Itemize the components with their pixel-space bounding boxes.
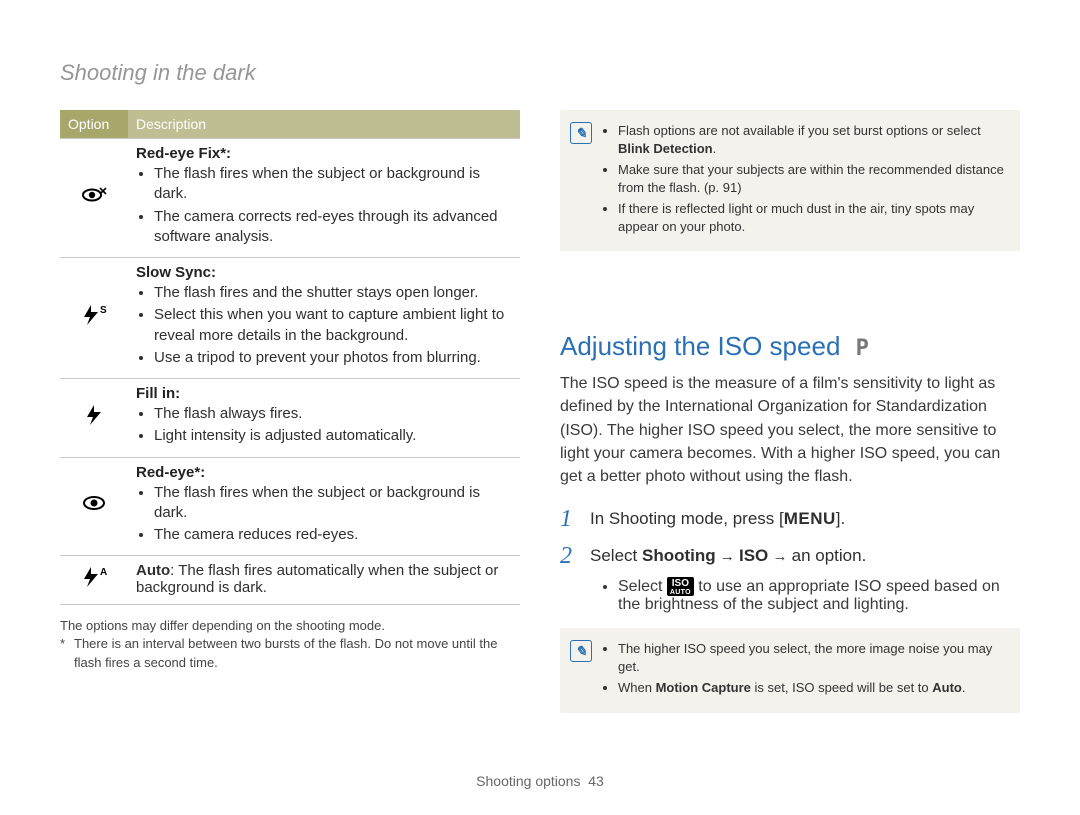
table-row: Fill in: The flash always fires. Light i… — [60, 379, 520, 458]
page-number: 43 — [588, 773, 604, 789]
table-header-option: Option — [60, 110, 128, 139]
right-column: ✎ Flash options are not available if you… — [560, 110, 1020, 739]
option-bullet: The flash fires and the shutter stays op… — [154, 283, 512, 303]
fill-in-icon — [60, 379, 128, 458]
svg-text:S: S — [100, 305, 107, 316]
table-cell: Red-eye Fix*: The flash fires when the s… — [128, 139, 520, 258]
option-text: : The flash fires automatically when the… — [136, 562, 498, 596]
auto-flash-icon: A — [60, 556, 128, 605]
mode-badge: P — [856, 336, 869, 361]
menu-button-label: MENU — [784, 509, 836, 528]
footnote-star: * — [60, 635, 68, 671]
option-bullet: Select this when you want to capture amb… — [154, 305, 512, 346]
step-bold: Shooting — [642, 546, 716, 565]
option-bullet: The camera corrects red-eyes through its… — [154, 207, 512, 248]
option-suffix: : — [211, 264, 216, 281]
note-icon: ✎ — [570, 640, 592, 662]
option-title: Auto — [136, 562, 170, 579]
footnotes: The options may differ depending on the … — [60, 617, 520, 672]
table-row: A Auto: The flash fires automatically wh… — [60, 556, 520, 605]
step-number: 1 — [560, 506, 578, 532]
step-text: Select — [590, 546, 642, 565]
table-header-description: Description — [128, 110, 520, 139]
iso-auto-icon: ISOAUTO — [667, 577, 694, 596]
step-sub-bullets: Select ISOAUTO to use an appropriate ISO… — [588, 577, 1020, 614]
note-item: If there is reflected light or much dust… — [618, 200, 1008, 235]
red-eye-icon — [60, 457, 128, 556]
flash-options-table: Option Description — [60, 110, 520, 605]
table-cell: Auto: The flash fires automatically when… — [128, 556, 520, 605]
steps-list: 1 In Shooting mode, press [MENU]. 2 Sele… — [560, 506, 1020, 569]
note-box-top: ✎ Flash options are not available if you… — [560, 110, 1020, 251]
option-bullet: Use a tripod to prevent your photos from… — [154, 348, 512, 368]
option-title: Red-eye — [136, 464, 194, 481]
note-item: When Motion Capture is set, ISO speed wi… — [618, 679, 1008, 697]
step-text: ]. — [836, 509, 845, 528]
step-number: 2 — [560, 543, 578, 569]
sub-bullet: Select ISOAUTO to use an appropriate ISO… — [618, 577, 1020, 614]
step: 1 In Shooting mode, press [MENU]. — [560, 506, 1020, 532]
manual-page: Shooting in the dark Option Description — [0, 0, 1080, 815]
option-bullet: Light intensity is adjusted automaticall… — [154, 426, 512, 446]
section-heading: Adjusting the ISO speed P — [560, 331, 1020, 362]
table-cell: Fill in: The flash always fires. Light i… — [128, 379, 520, 458]
arrow-icon: → — [716, 548, 739, 565]
page-footer: Shooting options 43 — [0, 773, 1080, 789]
note-item: Flash options are not available if you s… — [618, 122, 1008, 157]
note-icon: ✎ — [570, 122, 592, 144]
red-eye-fix-icon — [60, 139, 128, 258]
note-box-bottom: ✎ The higher ISO speed you select, the m… — [560, 628, 1020, 713]
option-bullet: The flash fires when the subject or back… — [154, 483, 512, 524]
option-bullet: The camera reduces red-eyes. — [154, 525, 512, 545]
page-title: Shooting in the dark — [60, 60, 1020, 86]
option-title: Red-eye Fix — [136, 145, 220, 162]
table-row: S Slow Sync: The flash fires and the shu… — [60, 258, 520, 379]
option-suffix: : — [175, 385, 180, 402]
option-title: Slow Sync — [136, 264, 211, 281]
option-title: Fill in — [136, 385, 175, 402]
footnote-line: There is an interval between two bursts … — [74, 635, 520, 671]
option-bullet: The flash always fires. — [154, 404, 512, 424]
left-column: Option Description — [60, 110, 520, 739]
table-cell: Slow Sync: The flash fires and the shutt… — [128, 258, 520, 379]
option-bullet: The flash fires when the subject or back… — [154, 164, 512, 205]
content-columns: Option Description — [60, 110, 1020, 739]
note-item: Make sure that your subjects are within … — [618, 161, 1008, 196]
svg-text:A: A — [100, 567, 107, 578]
option-suffix: *: — [194, 464, 205, 481]
table-row: Red-eye Fix*: The flash fires when the s… — [60, 139, 520, 258]
table-cell: Red-eye*: The flash fires when the subje… — [128, 457, 520, 556]
arrow-icon: → — [768, 548, 791, 565]
step-text: an option. — [792, 546, 867, 565]
section-body: The ISO speed is the measure of a film's… — [560, 372, 1020, 488]
section-title: Adjusting the ISO speed — [560, 331, 840, 361]
step-text: In Shooting mode, press [ — [590, 509, 784, 528]
slow-sync-icon: S — [60, 258, 128, 379]
table-row: Red-eye*: The flash fires when the subje… — [60, 457, 520, 556]
step: 2 Select Shooting → ISO → an option. — [560, 543, 1020, 569]
footer-label: Shooting options — [476, 773, 580, 789]
note-item: The higher ISO speed you select, the mor… — [618, 640, 1008, 675]
step-bold: ISO — [739, 546, 768, 565]
footnote-line: The options may differ depending on the … — [60, 617, 520, 635]
option-suffix: *: — [220, 145, 231, 162]
